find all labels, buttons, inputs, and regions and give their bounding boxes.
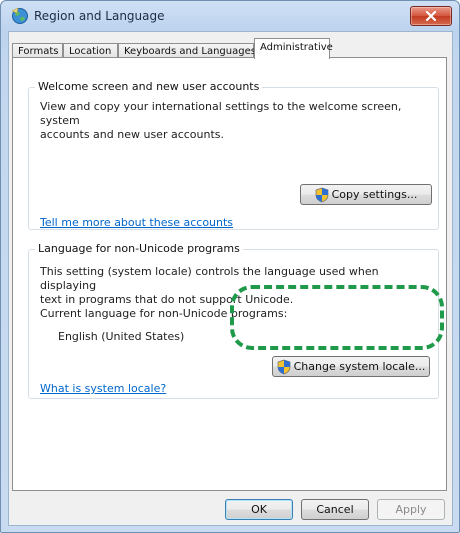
globe-icon: [11, 7, 28, 24]
dialog-client-area: Formats Location Keyboards and Languages…: [8, 31, 453, 526]
tell-me-more-link[interactable]: Tell me more about these accounts: [40, 216, 233, 229]
current-language-label: Current language for non-Unicode program…: [40, 307, 288, 320]
ok-button[interactable]: OK: [225, 499, 293, 520]
tab-administrative[interactable]: Administrative: [254, 38, 333, 59]
tab-location[interactable]: Location: [63, 43, 118, 58]
non-unicode-group-title: Language for non-Unicode programs: [35, 242, 243, 255]
welcome-description-line2: accounts and new user accounts.: [40, 128, 225, 141]
non-unicode-description-line2: text in programs that do not support Uni…: [40, 293, 294, 306]
welcome-screen-group: Welcome screen and new user accounts Vie…: [28, 80, 439, 230]
administrative-panel: Welcome screen and new user accounts Vie…: [12, 57, 447, 491]
change-system-locale-button[interactable]: Change system locale...: [272, 356, 430, 377]
tab-keyboards-and-languages[interactable]: Keyboards and Languages: [118, 43, 256, 58]
close-icon: [425, 11, 437, 21]
change-system-locale-label: Change system locale...: [293, 360, 426, 373]
tab-formats[interactable]: Formats: [12, 43, 63, 58]
welcome-description: View and copy your international setting…: [40, 100, 435, 142]
uac-shield-icon: [277, 359, 290, 374]
region-language-window: Region and Language Formats Location Key…: [0, 0, 460, 533]
non-unicode-description-line1: This setting (system locale) controls th…: [40, 265, 379, 292]
copy-settings-label: Copy settings...: [331, 188, 418, 201]
close-button[interactable]: [410, 6, 452, 26]
title-bar[interactable]: Region and Language: [1, 1, 459, 31]
non-unicode-description: This setting (system locale) controls th…: [40, 265, 435, 307]
window-title: Region and Language: [34, 9, 165, 23]
welcome-group-title: Welcome screen and new user accounts: [35, 80, 263, 93]
cancel-button[interactable]: Cancel: [301, 499, 369, 520]
copy-settings-button[interactable]: Copy settings...: [300, 184, 432, 205]
apply-button[interactable]: Apply: [377, 499, 445, 520]
welcome-description-line1: View and copy your international setting…: [40, 100, 402, 127]
non-unicode-group: Language for non-Unicode programs This s…: [28, 242, 439, 399]
uac-shield-icon: [315, 187, 328, 202]
current-language-value: English (United States): [58, 330, 185, 343]
what-is-system-locale-link[interactable]: What is system locale?: [40, 382, 166, 395]
